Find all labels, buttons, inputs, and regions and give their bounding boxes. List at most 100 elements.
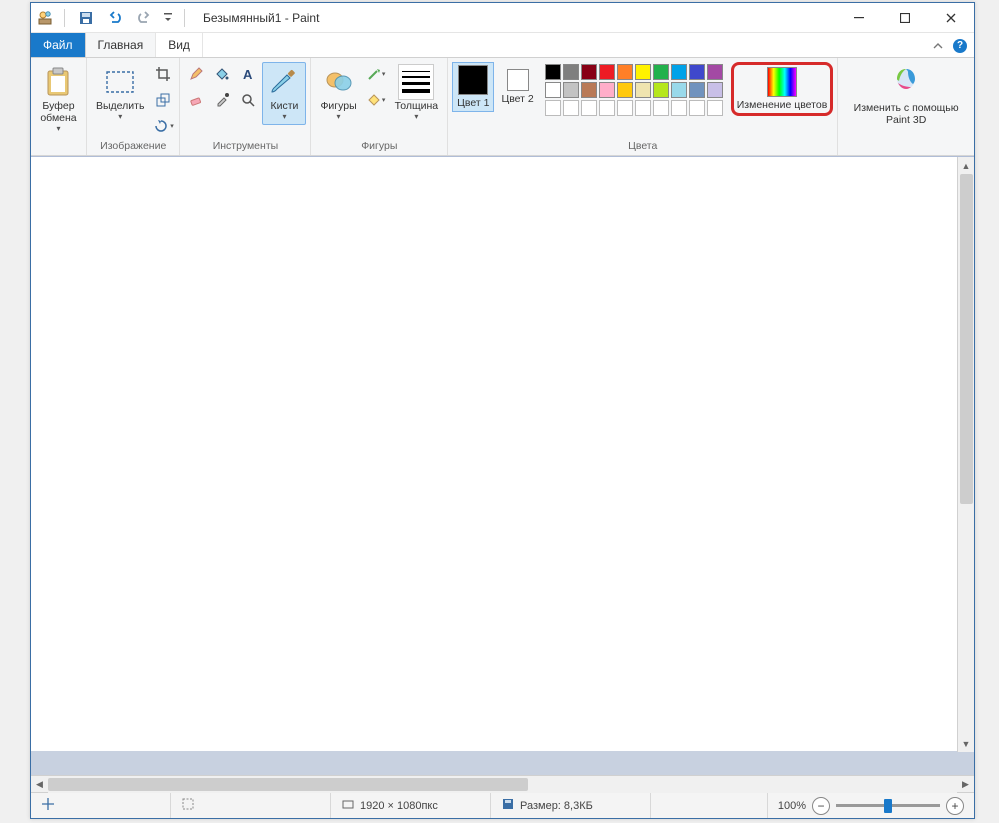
custom-color-slot[interactable] bbox=[635, 100, 651, 116]
zoom-level: 100% bbox=[778, 800, 806, 812]
brushes-button[interactable]: Кисти ▾ bbox=[262, 62, 306, 125]
zoom-in-button[interactable]: + bbox=[946, 797, 964, 815]
close-button[interactable] bbox=[928, 3, 974, 33]
edit-colors-button[interactable]: Изменение цветов bbox=[731, 62, 834, 116]
minimize-button[interactable] bbox=[836, 3, 882, 33]
color-swatch[interactable] bbox=[617, 64, 633, 80]
zoom-out-button[interactable]: − bbox=[812, 797, 830, 815]
color-swatch[interactable] bbox=[671, 82, 687, 98]
custom-color-slot[interactable] bbox=[617, 100, 633, 116]
shape-outline-button[interactable]: ▾ bbox=[364, 62, 388, 86]
rotate-button[interactable]: ▾ bbox=[151, 114, 175, 138]
color-swatch[interactable] bbox=[581, 64, 597, 80]
shapes-gallery-button[interactable]: Фигуры ▾ bbox=[315, 62, 361, 125]
color-swatch[interactable] bbox=[689, 82, 705, 98]
custom-color-slot[interactable] bbox=[563, 100, 579, 116]
pencil-tool[interactable] bbox=[184, 62, 208, 86]
svg-text:A: A bbox=[243, 67, 253, 82]
dimensions-icon bbox=[341, 797, 355, 814]
shape-fill-button[interactable]: ▾ bbox=[364, 88, 388, 112]
color-swatch[interactable] bbox=[707, 64, 723, 80]
hscroll-thumb[interactable] bbox=[48, 778, 528, 791]
selection-icon bbox=[104, 66, 136, 98]
crop-button[interactable] bbox=[151, 62, 175, 86]
horizontal-scrollbar[interactable]: ◀ ▶ bbox=[31, 775, 974, 792]
custom-color-slot[interactable] bbox=[599, 100, 615, 116]
edit-colors-label: Изменение цветов bbox=[737, 99, 828, 111]
text-tool[interactable]: A bbox=[236, 62, 260, 86]
color-swatch[interactable] bbox=[635, 82, 651, 98]
cursor-position-cell bbox=[31, 793, 171, 818]
tab-file[interactable]: Файл bbox=[31, 33, 86, 57]
resize-button[interactable] bbox=[151, 88, 175, 112]
color-swatch[interactable] bbox=[653, 82, 669, 98]
color-swatch[interactable] bbox=[545, 64, 561, 80]
color-swatch[interactable] bbox=[581, 82, 597, 98]
group-shapes: Фигуры ▾ ▾ ▾ Толщина ▾ Фигуры bbox=[311, 58, 448, 155]
group-paint3d: Изменить с помощью Paint 3D bbox=[838, 58, 974, 155]
canvas[interactable] bbox=[31, 157, 971, 751]
select-label: Выделить bbox=[96, 100, 144, 112]
group-tools-label: Инструменты bbox=[184, 138, 306, 155]
group-image: Выделить ▾ ▾ Изображение bbox=[87, 58, 180, 155]
color1-button[interactable]: Цвет 1 bbox=[452, 62, 494, 112]
color-swatch[interactable] bbox=[563, 64, 579, 80]
vscroll-thumb[interactable] bbox=[960, 174, 973, 504]
select-button[interactable]: Выделить ▾ bbox=[91, 62, 149, 125]
scroll-left-arrow[interactable]: ◀ bbox=[31, 776, 48, 793]
spectrum-icon bbox=[767, 67, 797, 97]
selection-size-cell bbox=[171, 793, 331, 818]
tab-home[interactable]: Главная bbox=[86, 33, 157, 57]
undo-button[interactable] bbox=[103, 6, 127, 30]
chevron-down-icon: ▾ bbox=[118, 112, 122, 121]
chevron-down-icon: ▾ bbox=[337, 112, 341, 121]
color-swatch[interactable] bbox=[707, 82, 723, 98]
eraser-tool[interactable] bbox=[184, 88, 208, 112]
canvas-dimensions: 1920 × 1080пкс bbox=[360, 800, 438, 812]
chevron-down-icon: ▾ bbox=[56, 124, 60, 133]
custom-color-slot[interactable] bbox=[671, 100, 687, 116]
qat-customize-button[interactable] bbox=[161, 6, 175, 30]
custom-color-slot[interactable] bbox=[689, 100, 705, 116]
color2-label: Цвет 2 bbox=[501, 94, 533, 105]
clipboard-icon bbox=[42, 66, 74, 98]
color-swatch[interactable] bbox=[617, 82, 633, 98]
custom-color-slot[interactable] bbox=[581, 100, 597, 116]
save-button[interactable] bbox=[74, 6, 98, 30]
custom-color-slot[interactable] bbox=[653, 100, 669, 116]
group-colors-label: Цвета bbox=[452, 138, 833, 155]
color-swatch[interactable] bbox=[599, 64, 615, 80]
zoom-thumb[interactable] bbox=[884, 799, 892, 813]
scroll-right-arrow[interactable]: ▶ bbox=[957, 776, 974, 793]
fill-tool[interactable] bbox=[210, 62, 234, 86]
maximize-button[interactable] bbox=[882, 3, 928, 33]
color-swatch[interactable] bbox=[545, 82, 561, 98]
color-swatch[interactable] bbox=[671, 64, 687, 80]
color-swatch[interactable] bbox=[563, 82, 579, 98]
paint3d-button[interactable]: Изменить с помощью Paint 3D bbox=[842, 62, 970, 129]
custom-color-slot[interactable] bbox=[707, 100, 723, 116]
help-button[interactable]: ? bbox=[950, 33, 970, 58]
redo-button[interactable] bbox=[132, 6, 156, 30]
group-tools: A Кисти ▾ Инструменты bbox=[180, 58, 311, 155]
color-swatch[interactable] bbox=[689, 64, 705, 80]
zoom-slider[interactable] bbox=[836, 804, 940, 807]
selection-size-icon bbox=[181, 797, 195, 814]
color-swatch[interactable] bbox=[599, 82, 615, 98]
color-swatch[interactable] bbox=[635, 64, 651, 80]
color2-button[interactable]: Цвет 2 bbox=[496, 62, 538, 108]
collapse-ribbon-button[interactable] bbox=[928, 33, 948, 58]
thickness-button[interactable]: Толщина ▾ bbox=[390, 62, 443, 125]
magnifier-tool[interactable] bbox=[236, 88, 260, 112]
group-shapes-label: Фигуры bbox=[315, 138, 443, 155]
color-picker-tool[interactable] bbox=[210, 88, 234, 112]
paste-button[interactable]: Буфер обмена ▾ bbox=[35, 62, 81, 137]
crosshair-icon bbox=[41, 797, 55, 814]
scroll-down-arrow[interactable]: ▼ bbox=[958, 735, 975, 752]
scroll-up-arrow[interactable]: ▲ bbox=[958, 157, 975, 174]
chevron-down-icon: ▾ bbox=[282, 112, 286, 121]
custom-color-slot[interactable] bbox=[545, 100, 561, 116]
color-swatch[interactable] bbox=[653, 64, 669, 80]
vertical-scrollbar[interactable]: ▲ ▼ bbox=[957, 157, 974, 752]
tab-view[interactable]: Вид bbox=[156, 33, 203, 57]
